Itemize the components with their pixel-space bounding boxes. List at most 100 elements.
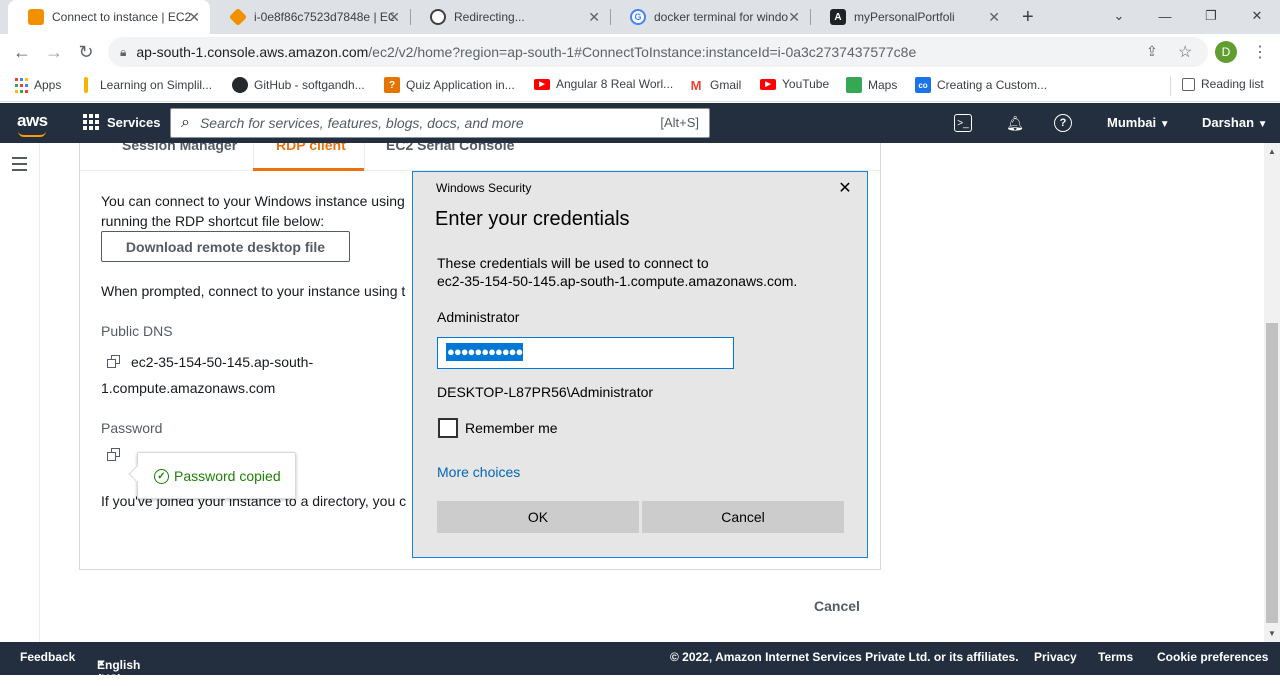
tab-session-manager[interactable]: Session Manager	[122, 143, 237, 153]
bookmark-angular-video[interactable]: ▶ Angular 8 Real Worl...	[534, 77, 673, 91]
aws-search-input[interactable]: ⌕ Search for services, features, blogs, …	[170, 108, 710, 138]
forward-arrow-icon[interactable]: →	[40, 38, 68, 66]
hamburger-menu-icon[interactable]	[12, 157, 27, 175]
bookmarks-divider	[1170, 76, 1171, 96]
help-icon[interactable]: ?	[1054, 114, 1072, 132]
copy-dns-icon[interactable]	[107, 355, 121, 369]
kebab-menu-icon[interactable]: ⋮	[1246, 38, 1274, 66]
dialog-username: Administrator	[437, 309, 520, 325]
close-tab-icon[interactable]: ✕	[588, 9, 600, 25]
dialog-cancel-button[interactable]: Cancel	[642, 501, 844, 533]
scroll-up-arrow-icon[interactable]: ▲	[1268, 147, 1276, 156]
bookmark-label: Learning on Simplil...	[100, 78, 213, 92]
remember-me-checkbox[interactable]	[438, 418, 458, 438]
aws-logo[interactable]: aws	[17, 111, 48, 137]
bookmark-quiz[interactable]: ? Quiz Application in...	[384, 77, 515, 93]
browser-tab-redirecting[interactable]: Redirecting... ✕	[410, 0, 611, 34]
minimize-icon[interactable]: —	[1142, 0, 1188, 32]
new-tab-icon[interactable]: +	[1022, 6, 1034, 29]
simplilearn-icon	[84, 77, 88, 93]
bookmark-label: Quiz Application in...	[406, 78, 515, 92]
dialog-description: These credentials will be used to connec…	[437, 255, 709, 271]
tab-rdp-client[interactable]: RDP client	[276, 143, 346, 153]
account-menu[interactable]: Darshan ▼	[1202, 115, 1268, 130]
tab-title: docker terminal for windo	[654, 10, 789, 24]
scroll-down-arrow-icon[interactable]: ▼	[1268, 629, 1276, 638]
aws-smile-icon	[18, 131, 46, 137]
bookmark-gmail[interactable]: M Gmail	[688, 77, 741, 93]
close-tab-icon[interactable]: ✕	[388, 9, 400, 25]
bookmark-maps[interactable]: Maps	[846, 77, 897, 93]
privacy-link[interactable]: Privacy	[1034, 650, 1077, 664]
aws-top-navigation: aws Services ⌕ Search for services, feat…	[0, 103, 1280, 143]
tab-search-icon[interactable]: ⌄	[1096, 0, 1142, 32]
close-tab-icon[interactable]: ✕	[788, 9, 800, 25]
reading-list-button[interactable]: Reading list	[1182, 77, 1264, 91]
cancel-button[interactable]: Cancel	[814, 598, 860, 614]
address-bar[interactable]: 🔒︎ ap-south-1.console.aws.amazon.com/ec2…	[108, 37, 1208, 67]
notifications-bell-icon[interactable]: 🔔︎	[1004, 112, 1026, 134]
bookmark-label: GitHub - softgandh...	[254, 78, 365, 92]
aws-cube-icon	[228, 7, 248, 27]
password-input[interactable]: ●●●●●●●●●●●	[437, 337, 734, 369]
reload-icon[interactable]: ↻	[72, 38, 100, 66]
password-mask-selected: ●●●●●●●●●●●	[446, 343, 523, 361]
bookmark-colab[interactable]: co Creating a Custom...	[915, 77, 1047, 93]
bookmark-youtube[interactable]: ▶ YouTube	[760, 77, 829, 91]
browser-toolbar: ← → ↻ 🔒︎ ap-south-1.console.aws.amazon.c…	[0, 34, 1280, 70]
bookmark-label: Angular 8 Real Worl...	[556, 77, 674, 91]
reading-list-icon	[1182, 77, 1195, 91]
tab-ec2-serial-console[interactable]: EC2 Serial Console	[386, 143, 514, 153]
tab-title: myPersonalPortfoli	[854, 10, 955, 24]
dialog-domain-user: DESKTOP-L87PR56\Administrator	[437, 384, 654, 400]
search-placeholder: Search for services, features, blogs, do…	[199, 115, 524, 131]
remember-me-label[interactable]: Remember me	[465, 419, 558, 437]
region-selector[interactable]: Mumbai ▼	[1107, 115, 1170, 130]
browser-tab-connect-instance[interactable]: Connect to instance | EC2 ✕	[8, 0, 210, 34]
google-icon: G	[630, 9, 646, 25]
dialog-close-icon[interactable]: ✕	[833, 178, 857, 198]
tab-divider	[364, 143, 365, 171]
feedback-link[interactable]: Feedback	[20, 650, 75, 664]
caret-down-icon: ▼	[1257, 119, 1268, 130]
maps-icon	[846, 77, 862, 93]
download-rdp-file-button[interactable]: Download remote desktop file	[101, 231, 350, 262]
copy-password-icon[interactable]	[107, 448, 121, 462]
close-tab-icon[interactable]: ✕	[988, 9, 1000, 25]
dialog-heading: Enter your credentials	[435, 208, 630, 230]
active-tab-underline	[253, 168, 364, 171]
services-label: Services	[107, 114, 161, 130]
lock-icon: 🔒︎	[120, 44, 127, 59]
public-dns-value-2: 1.compute.amazonaws.com	[101, 380, 276, 396]
ok-button[interactable]: OK	[437, 501, 639, 533]
bookmark-simplilearn[interactable]: Learning on Simplil...	[84, 77, 212, 93]
bookmark-label: Maps	[868, 78, 898, 92]
close-window-icon[interactable]: ✕	[1234, 0, 1280, 32]
browser-tab-portfolio[interactable]: A myPersonalPortfoli ✕	[810, 0, 1010, 34]
browser-tab-instance[interactable]: i-0e8f86c7523d7848e | EC ✕	[210, 0, 411, 34]
restore-icon[interactable]: ❐	[1188, 0, 1234, 32]
caret-down-icon: ▼	[1159, 119, 1170, 130]
terms-link[interactable]: Terms	[1098, 650, 1133, 664]
prompt-instructions: When prompted, connect to your instance …	[101, 283, 406, 299]
scrollbar-thumb[interactable]	[1266, 323, 1278, 623]
tab-divider	[253, 143, 254, 171]
cloudshell-icon[interactable]: >_	[954, 114, 972, 132]
caret-down-icon: ▼	[97, 658, 106, 668]
profile-avatar[interactable]: D	[1215, 41, 1237, 63]
bookmark-star-icon[interactable]: ☆	[1178, 42, 1192, 62]
copyright-text: © 2022, Amazon Internet Services Private…	[670, 650, 1019, 664]
back-arrow-icon[interactable]: ←	[8, 38, 36, 66]
success-check-icon: ✓	[154, 469, 169, 484]
more-choices-link[interactable]: More choices	[437, 464, 520, 480]
cookie-preferences-link[interactable]: Cookie preferences	[1157, 650, 1268, 664]
connect-method-tabs: Session Manager RDP client EC2 Serial Co…	[80, 143, 880, 171]
bookmark-github[interactable]: GitHub - softgandh...	[232, 77, 365, 93]
page-scrollbar[interactable]: ▲ ▼	[1264, 143, 1280, 642]
share-icon[interactable]: ⇪	[1146, 43, 1158, 60]
services-menu-button[interactable]: Services	[83, 114, 161, 130]
bookmark-apps[interactable]: Apps	[14, 77, 61, 93]
close-tab-icon[interactable]: ✕	[188, 9, 200, 25]
browser-tab-google-search[interactable]: G docker terminal for windo ✕	[610, 0, 811, 34]
bookmarks-bar: Apps Learning on Simplil... GitHub - sof…	[0, 70, 1280, 102]
